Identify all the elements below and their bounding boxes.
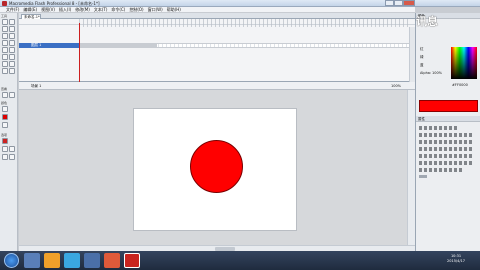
- property-row[interactable]: [419, 133, 474, 137]
- line-tool-icon[interactable]: [2, 33, 8, 39]
- option-icon[interactable]: [2, 154, 8, 160]
- menu-help[interactable]: 帮助(H): [167, 7, 181, 12]
- zoom-level[interactable]: 100%: [391, 82, 401, 90]
- menu-control[interactable]: 控制(O): [129, 7, 143, 12]
- color-spectrum[interactable]: [451, 47, 477, 79]
- property-row[interactable]: [419, 154, 474, 158]
- hex-value[interactable]: #FF0000: [452, 83, 468, 87]
- alpha-label: Alpha:: [420, 71, 432, 75]
- ink-bottle-tool-icon[interactable]: [2, 61, 8, 67]
- menu-file[interactable]: 文件(F): [6, 7, 19, 12]
- fill-transform-tool-icon[interactable]: [9, 26, 15, 32]
- menu-insert[interactable]: 插入(I): [59, 7, 71, 12]
- work-area[interactable]: [19, 90, 407, 245]
- menu-window[interactable]: 窗口(W): [148, 7, 163, 12]
- brush-tool-icon[interactable]: [9, 54, 15, 60]
- options-section-label: 选项: [1, 133, 8, 137]
- minimize-button[interactable]: [385, 0, 394, 6]
- edit-bar: 场景 1 100%: [19, 82, 415, 90]
- frame-ruler[interactable]: [79, 19, 409, 27]
- flash-app-icon: [2, 1, 7, 6]
- green-label: 绿: [420, 55, 424, 59]
- right-panels: 颜色 红 绿 蓝 Alpha: 100% #FF0000 属性: [415, 13, 480, 251]
- free-transform-tool-icon[interactable]: [2, 26, 8, 32]
- straighten-option-icon[interactable]: [9, 146, 15, 152]
- subselect-tool-icon[interactable]: [9, 19, 15, 25]
- vertical-scrollbar[interactable]: [407, 90, 415, 245]
- eraser-tool-icon[interactable]: [9, 68, 15, 74]
- property-row[interactable]: [419, 168, 464, 172]
- overlay-watermark-text: 讯息: [416, 15, 438, 28]
- menu-modify[interactable]: 修改(M): [75, 7, 90, 12]
- tools-panel: 工具 查看 颜色 选项: [0, 13, 18, 251]
- layer-row[interactable]: 图层 1: [19, 43, 79, 48]
- clock[interactable]: 10:31 2015/4/17: [436, 254, 476, 264]
- smooth-option-icon[interactable]: [2, 146, 8, 152]
- property-row[interactable]: [419, 161, 474, 165]
- clock-date: 2015/4/17: [447, 259, 465, 263]
- layer-name: 图层 1: [31, 43, 42, 47]
- menu-text[interactable]: 文本(T): [94, 7, 108, 12]
- properties-panel-header[interactable]: 属性: [416, 116, 480, 122]
- red-label: 红: [420, 47, 424, 51]
- pen-tool-icon[interactable]: [2, 40, 8, 46]
- zoom-tool-icon[interactable]: [9, 92, 15, 98]
- tools-section-label: 工具: [1, 14, 8, 18]
- scene-label[interactable]: 场景 1: [31, 82, 41, 90]
- pencil-tool-icon[interactable]: [2, 54, 8, 60]
- title-bar: Macromedia Flash Professional 8 - [未命名-1…: [0, 0, 480, 7]
- taskbar: 10:31 2015/4/17: [0, 251, 480, 270]
- oval-tool-icon[interactable]: [2, 47, 8, 53]
- fill-color-icon[interactable]: [2, 114, 8, 120]
- hand-tool-icon[interactable]: [2, 92, 8, 98]
- blue-label: 蓝: [420, 63, 424, 67]
- maximize-button[interactable]: [394, 0, 403, 6]
- property-row[interactable]: [419, 126, 459, 130]
- alpha-value[interactable]: 100%: [432, 71, 442, 75]
- menu-view[interactable]: 视图(V): [41, 7, 55, 12]
- text-tool-icon[interactable]: [9, 40, 15, 46]
- menu-edit[interactable]: 编辑(E): [23, 7, 37, 12]
- colors-section-label: 颜色: [1, 101, 8, 105]
- close-button[interactable]: [403, 0, 415, 6]
- lasso-tool-icon[interactable]: [9, 33, 15, 39]
- property-row[interactable]: [419, 140, 474, 144]
- swap-colors-icon[interactable]: [2, 122, 8, 128]
- task-icon[interactable]: [44, 253, 60, 268]
- property-button[interactable]: [419, 175, 427, 178]
- start-button[interactable]: [4, 253, 19, 268]
- task-icon[interactable]: [104, 253, 120, 268]
- task-icon[interactable]: [84, 253, 100, 268]
- playhead[interactable]: [79, 23, 80, 89]
- frame-span: [79, 43, 157, 48]
- option-icon[interactable]: [9, 154, 15, 160]
- stage[interactable]: [133, 108, 297, 231]
- task-icon[interactable]: [24, 253, 40, 268]
- eyedropper-tool-icon[interactable]: [2, 68, 8, 74]
- color-preview-swatch: [419, 100, 478, 112]
- property-row[interactable]: [419, 147, 474, 151]
- stroke-color-icon[interactable]: [2, 106, 8, 112]
- snap-option-icon[interactable]: [2, 138, 8, 144]
- view-section-label: 查看: [1, 87, 8, 91]
- rectangle-tool-icon[interactable]: [9, 47, 15, 53]
- flash-task-icon[interactable]: [124, 253, 140, 268]
- menu-commands[interactable]: 命令(C): [111, 7, 125, 12]
- red-circle-shape[interactable]: [190, 140, 243, 193]
- paint-bucket-tool-icon[interactable]: [9, 61, 15, 67]
- selection-tool-icon[interactable]: [2, 19, 8, 25]
- task-icon[interactable]: [64, 253, 80, 268]
